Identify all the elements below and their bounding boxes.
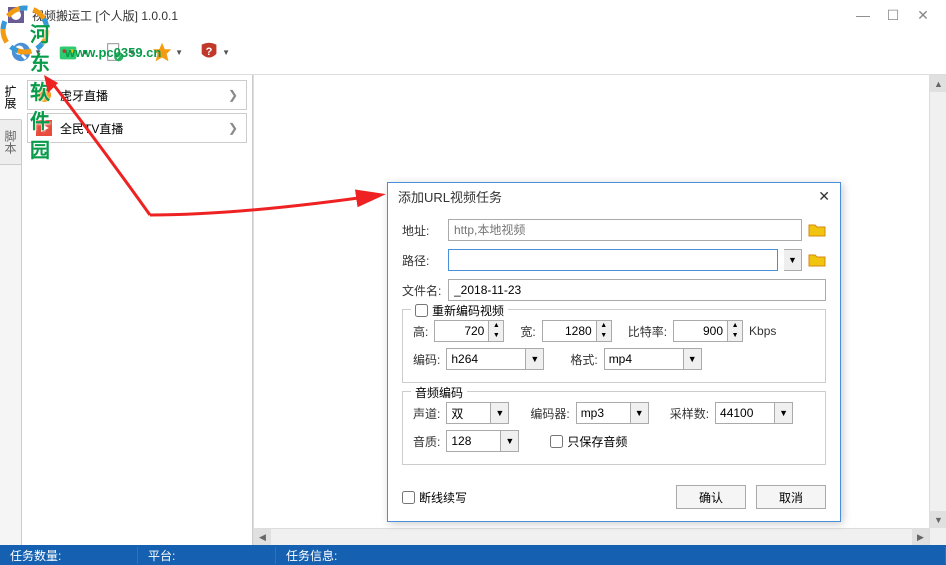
left-panel: 虎牙直播 ❯ 全民TV直播 ❯ — [22, 75, 253, 545]
quanmin-icon — [36, 120, 52, 136]
channel-select[interactable] — [446, 402, 491, 424]
status-info: 任务信息: — [276, 547, 946, 564]
quality-label: 音质: — [413, 433, 440, 450]
height-down[interactable]: ▼ — [489, 331, 503, 341]
video-codec-label: 编码: — [413, 351, 440, 368]
samplerate-dropdown[interactable]: ▼ — [775, 402, 793, 424]
bitrate-input[interactable] — [673, 320, 728, 342]
bitrate-label: 比特率: — [628, 323, 667, 340]
address-input[interactable] — [448, 219, 802, 241]
huya-icon — [36, 87, 52, 103]
status-platform: 平台: — [138, 547, 276, 564]
bitrate-up[interactable]: ▲ — [728, 321, 742, 331]
width-up[interactable]: ▲ — [597, 321, 611, 331]
app-icon — [8, 7, 24, 23]
close-button[interactable]: ✕ — [908, 3, 938, 27]
sidebar-item-quanmin[interactable]: 全民TV直播 ❯ — [27, 113, 247, 143]
status-tasks: 任务数量: — [0, 547, 138, 564]
sidebar-item-huya[interactable]: 虎牙直播 ❯ — [27, 80, 247, 110]
scroll-left-button[interactable]: ◀ — [254, 529, 271, 546]
bitrate-unit: Kbps — [749, 324, 776, 338]
video-codec-dropdown[interactable]: ▼ — [526, 348, 544, 370]
filename-label: 文件名: — [402, 282, 442, 299]
scroll-down-button[interactable]: ▼ — [930, 511, 946, 528]
side-tab-extensions[interactable]: 扩展 — [0, 75, 22, 120]
toolbar-button-2[interactable]: ▼ — [57, 36, 89, 68]
address-label: 地址: — [402, 222, 442, 239]
cancel-button[interactable]: 取消 — [756, 485, 826, 509]
add-url-dialog: 添加URL视频任务 ✕ 地址: 路径: ▼ 文件名: 重新编码视频 高: ▲▼ — [387, 182, 841, 522]
dialog-close-button[interactable]: ✕ — [818, 188, 830, 205]
svg-text:?: ? — [206, 46, 213, 58]
scroll-up-button[interactable]: ▲ — [930, 75, 946, 92]
bitrate-down[interactable]: ▼ — [728, 331, 742, 341]
folder-icon[interactable] — [808, 222, 826, 238]
audio-only-label: 只保存音频 — [567, 433, 627, 450]
titlebar: 视频搬运工 [个人版] 1.0.0.1 — ☐ ✕ — [0, 0, 946, 30]
resume-label: 断线续写 — [419, 489, 467, 506]
dialog-titlebar: 添加URL视频任务 ✕ — [388, 183, 840, 211]
resume-checkbox[interactable] — [402, 491, 415, 504]
minimize-button[interactable]: — — [848, 3, 878, 27]
window-title: 视频搬运工 [个人版] 1.0.0.1 — [32, 7, 178, 24]
samplerate-label: 采样数: — [670, 405, 709, 422]
audio-only-checkbox[interactable] — [550, 435, 563, 448]
height-up[interactable]: ▲ — [489, 321, 503, 331]
channel-dropdown[interactable]: ▼ — [491, 402, 509, 424]
chevron-right-icon: ❯ — [228, 121, 238, 135]
chevron-right-icon: ❯ — [228, 88, 238, 102]
svg-text:✓: ✓ — [116, 52, 122, 61]
toolbar-button-1[interactable]: ▼ — [10, 36, 42, 68]
height-input[interactable] — [434, 320, 489, 342]
width-label: 宽: — [520, 323, 535, 340]
reencode-video-checkbox[interactable] — [415, 304, 428, 317]
audio-codec-label: 编码器: — [530, 405, 569, 422]
samplerate-select[interactable] — [715, 402, 775, 424]
audio-codec-select[interactable] — [576, 402, 631, 424]
video-format-dropdown[interactable]: ▼ — [684, 348, 702, 370]
toolbar-button-3[interactable]: ✓ ▼ — [104, 36, 136, 68]
folder-icon[interactable] — [808, 252, 826, 268]
width-down[interactable]: ▼ — [597, 331, 611, 341]
toolbar: ▼ ▼ ✓ ▼ ▼ ? ▼ — [0, 30, 946, 75]
path-label: 路径: — [402, 252, 442, 269]
reencode-video-label: 重新编码视频 — [432, 302, 504, 319]
height-label: 高: — [413, 323, 428, 340]
toolbar-button-help[interactable]: ? ▼ — [198, 36, 230, 68]
sidebar-item-label: 全民TV直播 — [60, 120, 123, 137]
horizontal-scrollbar[interactable]: ◀ ▶ — [254, 528, 929, 545]
filename-input[interactable] — [448, 279, 826, 301]
vertical-scrollbar[interactable]: ▲ ▼ — [929, 75, 946, 545]
dialog-title: 添加URL视频任务 — [398, 187, 502, 206]
audio-legend: 音频编码 — [415, 384, 463, 401]
scroll-right-button[interactable]: ▶ — [912, 529, 929, 546]
audio-encoding-group: 音频编码 声道: ▼ 编码器: ▼ 采样数: ▼ 音质: ▼ 只保存音频 — [402, 391, 826, 465]
width-input[interactable] — [542, 320, 597, 342]
sidebar-item-label: 虎牙直播 — [60, 87, 108, 104]
ok-button[interactable]: 确认 — [676, 485, 746, 509]
quality-select[interactable] — [446, 430, 501, 452]
path-dropdown-button[interactable]: ▼ — [784, 249, 802, 271]
channel-label: 声道: — [413, 405, 440, 422]
video-format-label: 格式: — [570, 351, 597, 368]
video-format-select[interactable] — [604, 348, 684, 370]
path-input[interactable] — [448, 249, 778, 271]
video-encoding-group: 重新编码视频 高: ▲▼ 宽: ▲▼ 比特率: ▲▼ Kbps 编码: ▼ 格式… — [402, 309, 826, 383]
maximize-button[interactable]: ☐ — [878, 3, 908, 27]
video-codec-select[interactable] — [446, 348, 526, 370]
side-tab-scripts[interactable]: 脚本 — [0, 120, 21, 165]
side-tabs: 扩展 脚本 — [0, 75, 22, 545]
toolbar-button-4[interactable]: ▼ — [151, 36, 183, 68]
statusbar: 任务数量: 平台: 任务信息: — [0, 545, 946, 565]
audio-codec-dropdown[interactable]: ▼ — [631, 402, 649, 424]
quality-dropdown[interactable]: ▼ — [501, 430, 519, 452]
